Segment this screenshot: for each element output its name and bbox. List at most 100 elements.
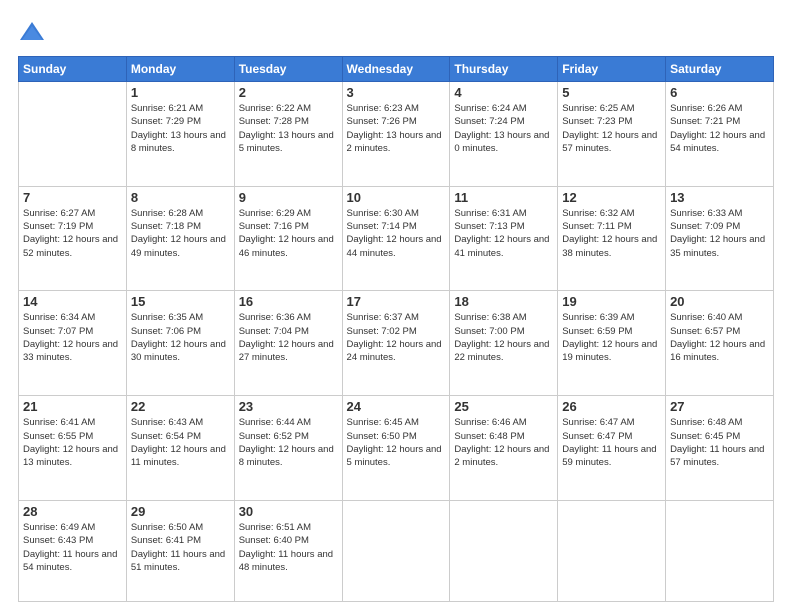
day-number: 10	[347, 190, 446, 205]
day-info: Sunrise: 6:47 AMSunset: 6:47 PMDaylight:…	[562, 416, 661, 469]
day-info: Sunrise: 6:22 AMSunset: 7:28 PMDaylight:…	[239, 102, 338, 155]
day-info: Sunrise: 6:26 AMSunset: 7:21 PMDaylight:…	[670, 102, 769, 155]
day-info: Sunrise: 6:45 AMSunset: 6:50 PMDaylight:…	[347, 416, 446, 469]
calendar-cell: 30Sunrise: 6:51 AMSunset: 6:40 PMDayligh…	[234, 500, 342, 601]
calendar-cell: 15 Sunrise: 6:35 AMSunset: 7:06 PMDayligh…	[126, 291, 234, 396]
calendar-cell: 4Sunrise: 6:24 AMSunset: 7:24 PMDaylight…	[450, 82, 558, 187]
day-number: 24	[347, 399, 446, 414]
calendar-cell: 8Sunrise: 6:28 AMSunset: 7:18 PMDaylight…	[126, 186, 234, 291]
day-number: 9	[239, 190, 338, 205]
day-number: 13	[670, 190, 769, 205]
calendar-cell: 21 Sunrise: 6:41 AMSunset: 6:55 PMDayligh…	[19, 396, 127, 501]
calendar-cell: 24 Sunrise: 6:45 AMSunset: 6:50 PMDayligh…	[342, 396, 450, 501]
weekday-header-tuesday: Tuesday	[234, 57, 342, 82]
week-row-5: 28 Sunrise: 6:49 AMSunset: 6:43 PMDayligh…	[19, 500, 774, 601]
calendar-cell: 20 Sunrise: 6:40 AMSunset: 6:57 PMDayligh…	[666, 291, 774, 396]
week-row-1: 1 Sunrise: 6:21 AMSunset: 7:29 PMDaylight…	[19, 82, 774, 187]
logo-icon	[18, 18, 46, 46]
day-info: Sunrise: 6:23 AMSunset: 7:26 PMDaylight:…	[347, 102, 446, 155]
day-info: Sunrise: 6:40 AMSunset: 6:57 PMDaylight:…	[670, 311, 769, 364]
calendar-cell: 10Sunrise: 6:30 AMSunset: 7:14 PMDayligh…	[342, 186, 450, 291]
day-number: 23	[239, 399, 338, 414]
calendar-cell: 12Sunrise: 6:32 AMSunset: 7:11 PMDayligh…	[558, 186, 666, 291]
day-number: 15	[131, 294, 230, 309]
day-info: Sunrise: 6:43 AMSunset: 6:54 PMDaylight:…	[131, 416, 230, 469]
calendar-cell: 5 Sunrise: 6:25 AMSunset: 7:23 PMDaylight…	[558, 82, 666, 187]
day-info: Sunrise: 6:34 AMSunset: 7:07 PMDaylight:…	[23, 311, 122, 364]
calendar-cell: 2 Sunrise: 6:22 AMSunset: 7:28 PMDaylight…	[234, 82, 342, 187]
day-info: Sunrise: 6:29 AMSunset: 7:16 PMDaylight:…	[239, 207, 338, 260]
day-number: 25	[454, 399, 553, 414]
week-row-2: 7Sunrise: 6:27 AMSunset: 7:19 PMDaylight…	[19, 186, 774, 291]
day-info: Sunrise: 6:48 AMSunset: 6:45 PMDaylight:…	[670, 416, 769, 469]
calendar-cell: 18Sunrise: 6:38 AMSunset: 7:00 PMDayligh…	[450, 291, 558, 396]
day-number: 5	[562, 85, 661, 100]
calendar-cell: 1 Sunrise: 6:21 AMSunset: 7:29 PMDaylight…	[126, 82, 234, 187]
calendar-cell: 27 Sunrise: 6:48 AMSunset: 6:45 PMDayligh…	[666, 396, 774, 501]
day-info: Sunrise: 6:44 AMSunset: 6:52 PMDaylight:…	[239, 416, 338, 469]
calendar-cell: 3Sunrise: 6:23 AMSunset: 7:26 PMDaylight…	[342, 82, 450, 187]
day-number: 28	[23, 504, 122, 519]
day-info: Sunrise: 6:21 AMSunset: 7:29 PMDaylight:…	[131, 102, 230, 155]
calendar-cell: 25 Sunrise: 6:46 AMSunset: 6:48 PMDayligh…	[450, 396, 558, 501]
day-number: 2	[239, 85, 338, 100]
day-number: 27	[670, 399, 769, 414]
day-number: 21	[23, 399, 122, 414]
week-row-4: 21 Sunrise: 6:41 AMSunset: 6:55 PMDayligh…	[19, 396, 774, 501]
day-number: 19	[562, 294, 661, 309]
calendar-cell: 13 Sunrise: 6:33 AMSunset: 7:09 PMDayligh…	[666, 186, 774, 291]
calendar-cell: 7Sunrise: 6:27 AMSunset: 7:19 PMDaylight…	[19, 186, 127, 291]
day-info: Sunrise: 6:33 AMSunset: 7:09 PMDaylight:…	[670, 207, 769, 260]
logo	[18, 18, 50, 46]
calendar-cell: 6 Sunrise: 6:26 AMSunset: 7:21 PMDaylight…	[666, 82, 774, 187]
day-number: 6	[670, 85, 769, 100]
day-number: 14	[23, 294, 122, 309]
day-info: Sunrise: 6:39 AMSunset: 6:59 PMDaylight:…	[562, 311, 661, 364]
weekday-header-monday: Monday	[126, 57, 234, 82]
day-number: 26	[562, 399, 661, 414]
calendar-cell: 9 Sunrise: 6:29 AMSunset: 7:16 PMDaylight…	[234, 186, 342, 291]
header	[18, 18, 774, 46]
day-number: 1	[131, 85, 230, 100]
calendar-cell: 26 Sunrise: 6:47 AMSunset: 6:47 PMDayligh…	[558, 396, 666, 501]
calendar-cell: 22 Sunrise: 6:43 AMSunset: 6:54 PMDayligh…	[126, 396, 234, 501]
day-number: 17	[347, 294, 446, 309]
calendar-cell	[19, 82, 127, 187]
day-info: Sunrise: 6:49 AMSunset: 6:43 PMDaylight:…	[23, 521, 122, 574]
day-number: 29	[131, 504, 230, 519]
calendar-cell: 17 Sunrise: 6:37 AMSunset: 7:02 PMDayligh…	[342, 291, 450, 396]
weekday-header-row: SundayMondayTuesdayWednesdayThursdayFrid…	[19, 57, 774, 82]
calendar-cell: 19 Sunrise: 6:39 AMSunset: 6:59 PMDayligh…	[558, 291, 666, 396]
day-info: Sunrise: 6:38 AMSunset: 7:00 PMDaylight:…	[454, 311, 553, 364]
day-info: Sunrise: 6:50 AMSunset: 6:41 PMDaylight:…	[131, 521, 230, 574]
calendar-cell: 16 Sunrise: 6:36 AMSunset: 7:04 PMDayligh…	[234, 291, 342, 396]
day-number: 20	[670, 294, 769, 309]
day-info: Sunrise: 6:35 AMSunset: 7:06 PMDaylight:…	[131, 311, 230, 364]
day-info: Sunrise: 6:46 AMSunset: 6:48 PMDaylight:…	[454, 416, 553, 469]
calendar-cell: 28 Sunrise: 6:49 AMSunset: 6:43 PMDayligh…	[19, 500, 127, 601]
day-info: Sunrise: 6:37 AMSunset: 7:02 PMDaylight:…	[347, 311, 446, 364]
day-info: Sunrise: 6:25 AMSunset: 7:23 PMDaylight:…	[562, 102, 661, 155]
calendar-cell	[666, 500, 774, 601]
day-info: Sunrise: 6:31 AMSunset: 7:13 PMDaylight:…	[454, 207, 553, 260]
page: SundayMondayTuesdayWednesdayThursdayFrid…	[0, 0, 792, 612]
day-number: 16	[239, 294, 338, 309]
weekday-header-wednesday: Wednesday	[342, 57, 450, 82]
day-number: 30	[239, 504, 338, 519]
calendar-cell	[558, 500, 666, 601]
week-row-3: 14 Sunrise: 6:34 AMSunset: 7:07 PMDayligh…	[19, 291, 774, 396]
calendar-cell: 29 Sunrise: 6:50 AMSunset: 6:41 PMDayligh…	[126, 500, 234, 601]
day-info: Sunrise: 6:41 AMSunset: 6:55 PMDaylight:…	[23, 416, 122, 469]
day-info: Sunrise: 6:36 AMSunset: 7:04 PMDaylight:…	[239, 311, 338, 364]
weekday-header-saturday: Saturday	[666, 57, 774, 82]
day-info: Sunrise: 6:28 AMSunset: 7:18 PMDaylight:…	[131, 207, 230, 260]
day-number: 22	[131, 399, 230, 414]
day-info: Sunrise: 6:24 AMSunset: 7:24 PMDaylight:…	[454, 102, 553, 155]
calendar-cell	[450, 500, 558, 601]
weekday-header-thursday: Thursday	[450, 57, 558, 82]
weekday-header-friday: Friday	[558, 57, 666, 82]
calendar-cell: 11 Sunrise: 6:31 AMSunset: 7:13 PMDayligh…	[450, 186, 558, 291]
calendar-cell: 23 Sunrise: 6:44 AMSunset: 6:52 PMDayligh…	[234, 396, 342, 501]
day-number: 11	[454, 190, 553, 205]
day-info: Sunrise: 6:32 AMSunset: 7:11 PMDaylight:…	[562, 207, 661, 260]
